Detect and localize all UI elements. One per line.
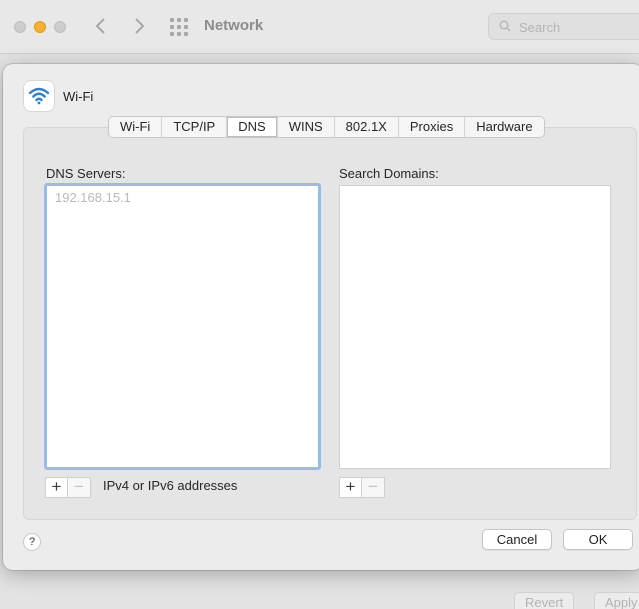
tab-tcpip[interactable]: TCP/IP <box>162 117 228 137</box>
dns-address-hint: IPv4 or IPv6 addresses <box>103 478 238 493</box>
tab-hardware[interactable]: Hardware <box>465 117 543 137</box>
dns-server-entry[interactable]: 192.168.15.1 <box>55 190 131 205</box>
domains-add-remove-control: + − <box>339 477 385 498</box>
wifi-icon <box>24 81 54 111</box>
forward-button[interactable] <box>129 15 149 37</box>
tab-bar: Wi-Fi TCP/IP DNS WINS 802.1X Proxies Har… <box>108 116 545 138</box>
revert-button[interactable]: Revert <box>514 592 575 609</box>
tab-dns[interactable]: DNS <box>227 117 278 137</box>
interface-name: Wi-Fi <box>63 89 94 104</box>
back-button[interactable] <box>91 15 111 37</box>
help-button[interactable]: ? <box>23 533 41 551</box>
network-advanced-sheet: Wi-Fi Wi-Fi TCP/IP DNS WINS 802.1X Proxi… <box>3 64 639 570</box>
tab-wifi[interactable]: Wi-Fi <box>109 117 163 137</box>
search-field[interactable]: Search <box>488 13 639 40</box>
add-search-domain-button[interactable]: + <box>340 478 362 497</box>
dns-servers-label: DNS Servers: <box>46 166 126 181</box>
ok-button[interactable]: OK <box>563 529 633 550</box>
remove-search-domain-button[interactable]: − <box>362 478 384 497</box>
search-domains-label: Search Domains: <box>339 166 439 181</box>
window-title: Network <box>204 17 264 34</box>
tab-wins[interactable]: WINS <box>278 117 335 137</box>
dns-servers-list[interactable]: 192.168.15.1 <box>44 183 321 470</box>
search-placeholder: Search <box>519 20 561 35</box>
remove-dns-server-button[interactable]: − <box>68 478 90 497</box>
tab-proxies[interactable]: Proxies <box>399 117 466 137</box>
dns-add-remove-control: + − <box>45 477 91 498</box>
search-domains-list[interactable] <box>339 185 611 469</box>
search-icon <box>499 20 511 32</box>
close-window-button[interactable] <box>14 21 26 33</box>
window-toolbar: Network Search <box>0 0 639 54</box>
show-all-grid-icon[interactable] <box>170 18 190 36</box>
chevron-left-icon <box>95 18 105 34</box>
cancel-button[interactable]: Cancel <box>482 529 552 550</box>
chevron-right-icon <box>135 18 145 34</box>
add-dns-server-button[interactable]: + <box>46 478 68 497</box>
zoom-window-button[interactable] <box>54 21 66 33</box>
tab-8021x[interactable]: 802.1X <box>335 117 399 137</box>
minimize-window-button[interactable] <box>34 21 46 33</box>
apply-button[interactable]: Apply <box>594 592 639 609</box>
